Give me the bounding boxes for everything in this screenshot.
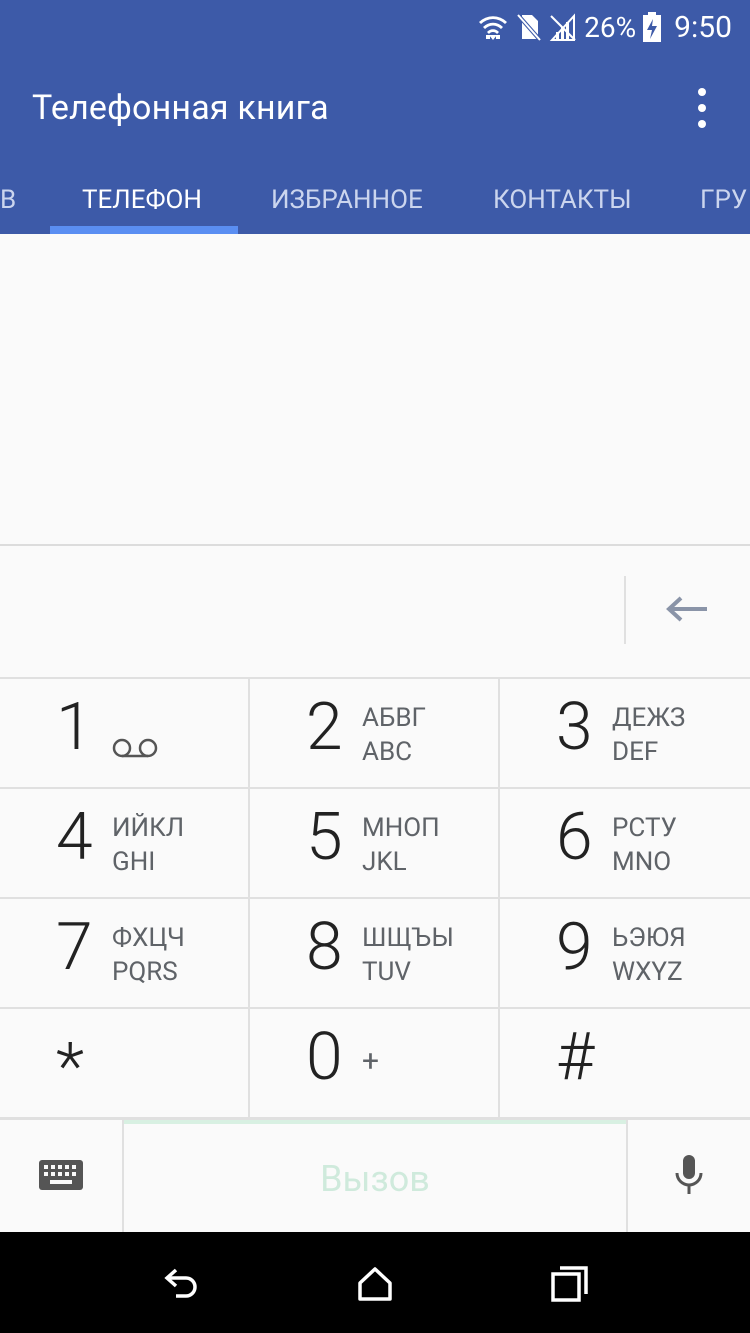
- key-letters: ФХЦЧ PQRS: [112, 921, 185, 989]
- key-letters-ru: ФХЦЧ: [112, 923, 185, 953]
- key-letters: РСТУ MNO: [612, 811, 677, 879]
- key-letters-en: ABC: [362, 737, 413, 767]
- key-letters: ИЙКЛ GHI: [112, 811, 184, 879]
- dial-display-area: [0, 234, 750, 544]
- battery-charging-icon: [642, 11, 662, 43]
- tab-call-log[interactable]: В: [0, 170, 16, 234]
- key-letters-ru: МНОП: [362, 813, 440, 843]
- key-3[interactable]: 3 ДЕЖЗ DEF: [500, 679, 750, 789]
- key-digit: 0: [306, 1019, 343, 1096]
- key-letters-ru: АБВГ: [362, 703, 427, 733]
- key-digit: 4: [56, 799, 93, 876]
- key-letters: МНОП JKL: [362, 811, 440, 879]
- key-digit: 2: [306, 689, 343, 766]
- key-letters: АБВГ ABC: [362, 701, 426, 769]
- battery-percent: 26%: [584, 10, 637, 44]
- key-letters-ru: ШЩЪЫ: [362, 923, 454, 953]
- voicemail-icon: [112, 737, 158, 763]
- recents-icon[interactable]: [548, 1262, 592, 1306]
- back-icon[interactable]: [160, 1262, 204, 1306]
- key-9[interactable]: 9 ЬЭЮЯ WXYZ: [500, 899, 750, 1009]
- key-letters-ru: ЬЭЮЯ: [612, 923, 686, 953]
- key-letters: ШЩЪЫ TUV: [362, 921, 454, 989]
- key-5[interactable]: 5 МНОП JKL: [250, 789, 500, 899]
- key-digit: 9: [556, 909, 593, 986]
- key-letters: +: [362, 1044, 380, 1079]
- call-bar: Вызов: [0, 1118, 750, 1234]
- key-6[interactable]: 6 РСТУ MNO: [500, 789, 750, 899]
- tab-indicator: [50, 226, 238, 234]
- key-letters-en: GHI: [112, 847, 156, 877]
- backspace-icon[interactable]: [660, 582, 714, 636]
- key-letters-ru: РСТУ: [612, 813, 677, 843]
- key-digit: 3: [556, 689, 593, 766]
- key-digit: 1: [56, 689, 93, 766]
- key-4[interactable]: 4 ИЙКЛ GHI: [0, 789, 250, 899]
- wifi-icon: [476, 12, 510, 42]
- divider: [624, 576, 626, 644]
- key-0[interactable]: 0 +: [250, 1009, 500, 1119]
- key-letters: ЬЭЮЯ WXYZ: [612, 921, 686, 989]
- key-1[interactable]: 1: [0, 679, 250, 789]
- tab-phone[interactable]: ТЕЛЕФОН: [82, 170, 202, 234]
- home-icon[interactable]: [353, 1262, 397, 1306]
- key-digit: 5: [306, 799, 343, 876]
- dial-pad: 1 2 АБВГ ABC 3 ДЕЖЗ DEF 4 ИЙКЛ GHI 5 МНОП JK…: [0, 677, 750, 1120]
- app-bar: 26% 9:50 Телефонная книга В ТЕЛЕФОН ИЗБР…: [0, 0, 750, 234]
- call-button[interactable]: Вызов: [124, 1120, 626, 1234]
- key-7[interactable]: 7 ФХЦЧ PQRS: [0, 899, 250, 1009]
- key-star[interactable]: *: [0, 1009, 250, 1119]
- key-digit: 8: [306, 909, 343, 986]
- voice-input-button[interactable]: [626, 1120, 750, 1234]
- key-8[interactable]: 8 ШЩЪЫ TUV: [250, 899, 500, 1009]
- app-title: Телефонная книга: [32, 88, 329, 128]
- key-2[interactable]: 2 АБВГ ABC: [250, 679, 500, 789]
- key-letters-en: TUV: [362, 957, 411, 987]
- clock: 9:50: [674, 9, 732, 45]
- number-input-row[interactable]: [0, 546, 750, 676]
- menu-icon[interactable]: [694, 88, 710, 128]
- tab-groups[interactable]: ГРУ: [700, 170, 747, 234]
- key-hash[interactable]: #: [500, 1009, 750, 1119]
- key-letters: ДЕЖЗ DEF: [612, 701, 685, 769]
- tab-bar: В ТЕЛЕФОН ИЗБРАННОЕ КОНТАКТЫ ГРУ: [0, 170, 750, 234]
- keyboard-icon: [38, 1159, 84, 1195]
- key-letters-en: PQRS: [112, 957, 178, 987]
- key-digit: *: [56, 1029, 85, 1106]
- navigation-bar: [0, 1232, 750, 1333]
- key-letters-ru: ИЙКЛ: [112, 813, 185, 843]
- signal-icon: [548, 12, 578, 42]
- tab-favorites[interactable]: ИЗБРАННОЕ: [271, 170, 423, 234]
- key-letters-en: JKL: [362, 847, 407, 877]
- key-digit: 6: [556, 799, 593, 876]
- keyboard-button[interactable]: [0, 1120, 124, 1234]
- key-letters-en: WXYZ: [612, 957, 683, 987]
- no-sim-icon: [516, 12, 542, 42]
- key-digit: 7: [56, 909, 93, 986]
- status-bar: 26% 9:50: [476, 0, 750, 54]
- microphone-icon: [673, 1154, 705, 1200]
- key-digit: #: [556, 1019, 595, 1096]
- key-letters-en: MNO: [612, 847, 672, 877]
- tab-contacts[interactable]: КОНТАКТЫ: [493, 170, 632, 234]
- key-letters-ru: ДЕЖЗ: [612, 703, 686, 733]
- key-letters-en: DEF: [612, 737, 659, 767]
